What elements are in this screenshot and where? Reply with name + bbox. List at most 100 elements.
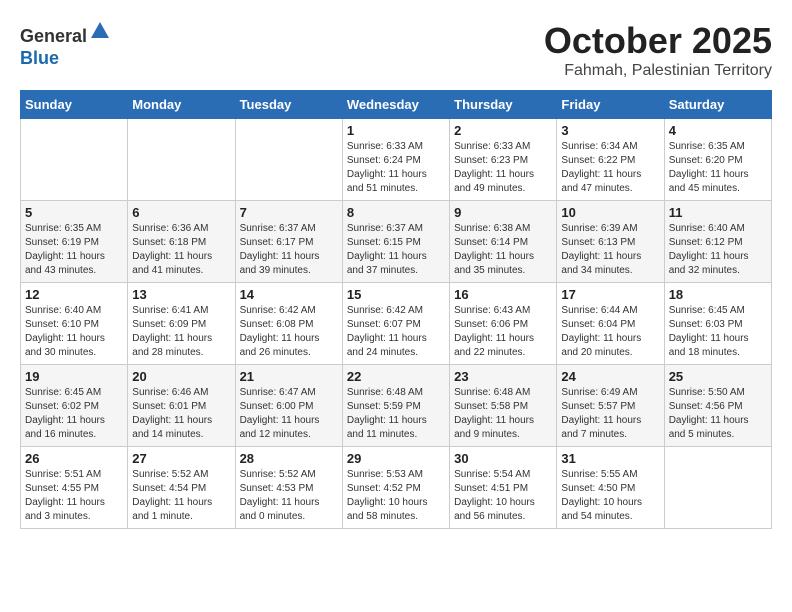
day-info: Sunrise: 6:37 AM Sunset: 6:17 PM Dayligh… (240, 222, 338, 278)
logo-blue: Blue (20, 48, 59, 68)
day-cell: 6Sunrise: 6:36 AM Sunset: 6:18 PM Daylig… (128, 201, 235, 283)
day-cell: 3Sunrise: 6:34 AM Sunset: 6:22 PM Daylig… (557, 119, 664, 201)
day-info: Sunrise: 5:52 AM Sunset: 4:54 PM Dayligh… (132, 468, 230, 524)
day-number: 20 (132, 369, 230, 384)
day-cell (21, 119, 128, 201)
day-info: Sunrise: 6:39 AM Sunset: 6:13 PM Dayligh… (561, 222, 659, 278)
day-cell: 31 Sunrise: 5:55 AM Sunset: 4:50 PM Dayli… (557, 447, 664, 529)
day-cell: 9Sunrise: 6:38 AM Sunset: 6:14 PM Daylig… (450, 201, 557, 283)
day-cell: 2 Sunrise: 6:33 AM Sunset: 6:23 PM Daylig… (450, 119, 557, 201)
day-number: 30 (454, 451, 552, 466)
day-info: Sunrise: 5:51 AM Sunset: 4:55 PM Dayligh… (25, 468, 123, 524)
week-row-4: 19Sunrise: 6:45 AM Sunset: 6:02 PM Dayli… (21, 365, 772, 447)
day-info: Sunrise: 6:43 AM Sunset: 6:06 PM Dayligh… (454, 304, 552, 360)
day-number: 1 (347, 123, 445, 138)
col-header-wednesday: Wednesday (342, 91, 449, 119)
day-info: Sunrise: 6:35 AM Sunset: 6:19 PM Dayligh… (25, 222, 123, 278)
day-number: 31 (561, 451, 659, 466)
day-cell (664, 447, 771, 529)
logo-icon (89, 20, 111, 42)
day-number: 27 (132, 451, 230, 466)
day-info: Sunrise: 5:54 AM Sunset: 4:51 PM Dayligh… (454, 468, 552, 524)
day-number: 28 (240, 451, 338, 466)
day-cell: 29 Sunrise: 5:53 AM Sunset: 4:52 PM Dayli… (342, 447, 449, 529)
day-cell: 21Sunrise: 6:47 AM Sunset: 6:00 PM Dayli… (235, 365, 342, 447)
day-cell: 5 Sunrise: 6:35 AM Sunset: 6:19 PM Daylig… (21, 201, 128, 283)
day-info: Sunrise: 6:49 AM Sunset: 5:57 PM Dayligh… (561, 386, 659, 442)
day-cell: 11Sunrise: 6:40 AM Sunset: 6:12 PM Dayli… (664, 201, 771, 283)
day-info: Sunrise: 6:48 AM Sunset: 5:58 PM Dayligh… (454, 386, 552, 442)
location-title: Fahmah, Palestinian Territory (544, 62, 772, 80)
col-header-saturday: Saturday (664, 91, 771, 119)
title-block: October 2025 Fahmah, Palestinian Territo… (544, 20, 772, 80)
day-cell: 30 Sunrise: 5:54 AM Sunset: 4:51 PM Dayli… (450, 447, 557, 529)
day-number: 4 (669, 123, 767, 138)
day-info: Sunrise: 6:37 AM Sunset: 6:15 PM Dayligh… (347, 222, 445, 278)
day-cell: 10 Sunrise: 6:39 AM Sunset: 6:13 PM Dayli… (557, 201, 664, 283)
day-number: 14 (240, 287, 338, 302)
col-header-thursday: Thursday (450, 91, 557, 119)
month-title: October 2025 (544, 20, 772, 62)
day-info: Sunrise: 6:47 AM Sunset: 6:00 PM Dayligh… (240, 386, 338, 442)
day-info: Sunrise: 6:38 AM Sunset: 6:14 PM Dayligh… (454, 222, 552, 278)
logo: General Blue (20, 20, 111, 69)
day-cell: 8 Sunrise: 6:37 AM Sunset: 6:15 PM Daylig… (342, 201, 449, 283)
day-number: 15 (347, 287, 445, 302)
day-info: Sunrise: 6:42 AM Sunset: 6:08 PM Dayligh… (240, 304, 338, 360)
day-info: Sunrise: 6:48 AM Sunset: 5:59 PM Dayligh… (347, 386, 445, 442)
col-header-tuesday: Tuesday (235, 91, 342, 119)
day-cell: 20 Sunrise: 6:46 AM Sunset: 6:01 PM Dayli… (128, 365, 235, 447)
day-number: 8 (347, 205, 445, 220)
day-number: 12 (25, 287, 123, 302)
day-cell: 28 Sunrise: 5:52 AM Sunset: 4:53 PM Dayli… (235, 447, 342, 529)
day-info: Sunrise: 5:53 AM Sunset: 4:52 PM Dayligh… (347, 468, 445, 524)
day-number: 24 (561, 369, 659, 384)
day-cell: 17 Sunrise: 6:44 AM Sunset: 6:04 PM Dayli… (557, 283, 664, 365)
calendar-table: SundayMondayTuesdayWednesdayThursdayFrid… (20, 90, 772, 529)
day-number: 17 (561, 287, 659, 302)
day-cell: 19Sunrise: 6:45 AM Sunset: 6:02 PM Dayli… (21, 365, 128, 447)
day-info: Sunrise: 6:40 AM Sunset: 6:12 PM Dayligh… (669, 222, 767, 278)
day-cell: 24 Sunrise: 6:49 AM Sunset: 5:57 PM Dayli… (557, 365, 664, 447)
day-cell: 15Sunrise: 6:42 AM Sunset: 6:07 PM Dayli… (342, 283, 449, 365)
day-info: Sunrise: 6:45 AM Sunset: 6:02 PM Dayligh… (25, 386, 123, 442)
day-info: Sunrise: 6:33 AM Sunset: 6:23 PM Dayligh… (454, 140, 552, 196)
day-info: Sunrise: 6:41 AM Sunset: 6:09 PM Dayligh… (132, 304, 230, 360)
day-info: Sunrise: 6:35 AM Sunset: 6:20 PM Dayligh… (669, 140, 767, 196)
day-cell: 12 Sunrise: 6:40 AM Sunset: 6:10 PM Dayli… (21, 283, 128, 365)
day-info: Sunrise: 5:52 AM Sunset: 4:53 PM Dayligh… (240, 468, 338, 524)
day-cell: 13 Sunrise: 6:41 AM Sunset: 6:09 PM Dayli… (128, 283, 235, 365)
day-number: 7 (240, 205, 338, 220)
day-number: 5 (25, 205, 123, 220)
col-header-friday: Friday (557, 91, 664, 119)
day-info: Sunrise: 5:55 AM Sunset: 4:50 PM Dayligh… (561, 468, 659, 524)
col-header-monday: Monday (128, 91, 235, 119)
day-cell: 14 Sunrise: 6:42 AM Sunset: 6:08 PM Dayli… (235, 283, 342, 365)
day-info: Sunrise: 6:46 AM Sunset: 6:01 PM Dayligh… (132, 386, 230, 442)
day-cell (128, 119, 235, 201)
day-number: 2 (454, 123, 552, 138)
day-cell (235, 119, 342, 201)
day-number: 29 (347, 451, 445, 466)
day-info: Sunrise: 6:33 AM Sunset: 6:24 PM Dayligh… (347, 140, 445, 196)
week-row-1: 1 Sunrise: 6:33 AM Sunset: 6:24 PM Daylig… (21, 119, 772, 201)
day-number: 13 (132, 287, 230, 302)
day-cell: 4 Sunrise: 6:35 AM Sunset: 6:20 PM Daylig… (664, 119, 771, 201)
day-number: 10 (561, 205, 659, 220)
day-number: 25 (669, 369, 767, 384)
day-cell: 22Sunrise: 6:48 AM Sunset: 5:59 PM Dayli… (342, 365, 449, 447)
day-number: 18 (669, 287, 767, 302)
week-row-2: 5 Sunrise: 6:35 AM Sunset: 6:19 PM Daylig… (21, 201, 772, 283)
day-cell: 27 Sunrise: 5:52 AM Sunset: 4:54 PM Dayli… (128, 447, 235, 529)
col-header-sunday: Sunday (21, 91, 128, 119)
day-number: 26 (25, 451, 123, 466)
day-number: 23 (454, 369, 552, 384)
day-info: Sunrise: 6:44 AM Sunset: 6:04 PM Dayligh… (561, 304, 659, 360)
day-info: Sunrise: 6:45 AM Sunset: 6:03 PM Dayligh… (669, 304, 767, 360)
day-cell: 1 Sunrise: 6:33 AM Sunset: 6:24 PM Daylig… (342, 119, 449, 201)
day-info: Sunrise: 6:40 AM Sunset: 6:10 PM Dayligh… (25, 304, 123, 360)
day-number: 6 (132, 205, 230, 220)
day-number: 3 (561, 123, 659, 138)
week-row-5: 26 Sunrise: 5:51 AM Sunset: 4:55 PM Dayli… (21, 447, 772, 529)
day-cell: 16Sunrise: 6:43 AM Sunset: 6:06 PM Dayli… (450, 283, 557, 365)
